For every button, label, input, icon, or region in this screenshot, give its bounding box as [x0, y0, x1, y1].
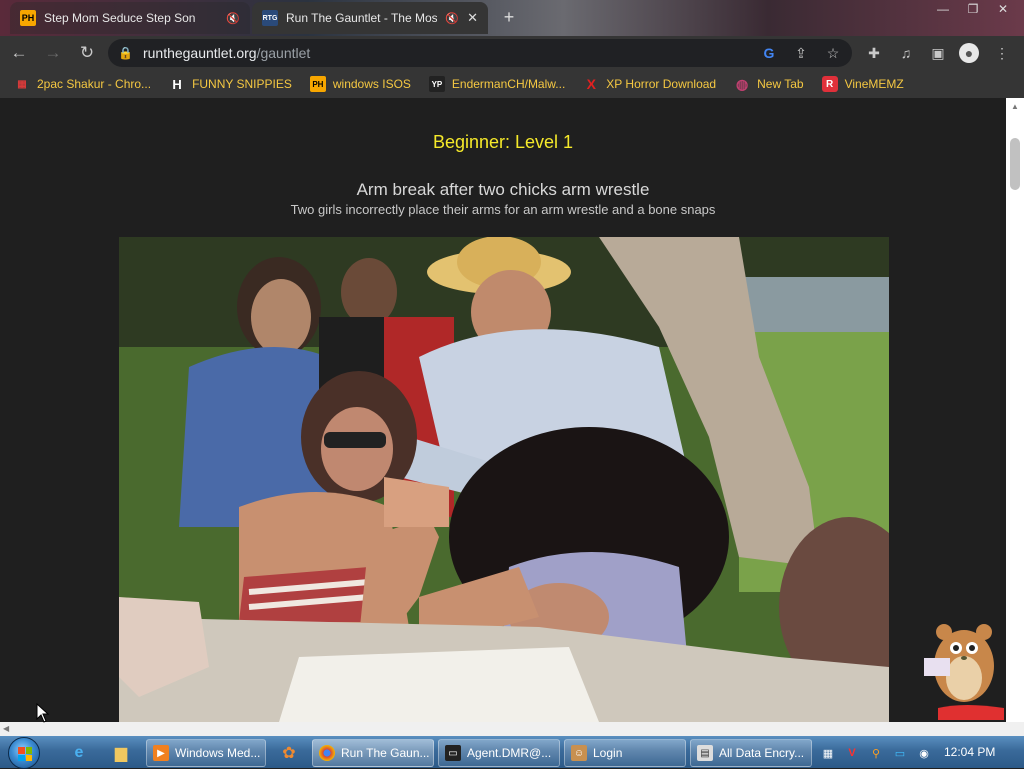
x-icon: X — [586, 76, 596, 92]
taskbar-item[interactable]: ▤ All Data Encry... — [690, 739, 812, 767]
chrome-icon — [319, 745, 335, 761]
profile-avatar-icon[interactable]: ● — [959, 43, 979, 63]
scroll-up-arrow-icon[interactable]: ▲ — [1010, 102, 1020, 111]
bookmark-item[interactable]: ▦ 2pac Shakur - Chro... — [14, 76, 151, 92]
restore-button[interactable]: ❐ — [958, 0, 988, 18]
bookmark-label: VineMEMZ — [844, 77, 904, 91]
side-panel-icon[interactable]: ▣ — [928, 43, 948, 63]
extensions-icon[interactable]: ✚ — [864, 43, 884, 63]
bookmark-label: FUNNY SNIPPIES — [192, 77, 292, 91]
terminal-icon: ▭ — [445, 745, 461, 761]
url-host: runthegauntlet.org — [142, 45, 257, 61]
bookmark-label: New Tab — [757, 77, 804, 91]
tray-v-icon[interactable]: V — [844, 745, 860, 761]
tray-monitor-icon[interactable]: ▭ — [892, 745, 908, 761]
folder-icon[interactable]: ▆ — [108, 740, 134, 766]
horizontal-scrollbar[interactable]: ◀ — [0, 722, 1024, 736]
google-icon[interactable]: G — [760, 44, 778, 62]
bookmark-item[interactable]: X XP Horror Download — [583, 76, 717, 92]
bookmark-label: XP Horror Download — [606, 77, 717, 91]
mouse-cursor-icon — [36, 703, 50, 723]
bookmarks-bar: ▦ 2pac Shakur - Chro... H FUNNY SNIPPIES… — [0, 70, 1024, 98]
bookmark-item[interactable]: YP EndermanCH/Malw... — [428, 76, 566, 92]
new-tab-button[interactable]: + — [498, 6, 520, 28]
vertical-scrollbar[interactable]: ▲ — [1006, 98, 1024, 722]
taskbar-item-label: Agent.DMR@... — [467, 746, 552, 760]
scroll-left-arrow-icon[interactable]: ◀ — [3, 724, 9, 733]
tab-title: Step Mom Seduce Step Son — [44, 11, 196, 25]
tab-title: Run The Gauntlet - The Mos — [286, 11, 438, 25]
muted-speaker-icon[interactable]: 🔇 — [445, 12, 459, 25]
close-window-button[interactable]: ✕ — [988, 0, 1018, 18]
ph-icon: PH — [309, 76, 326, 92]
back-button[interactable]: ← — [4, 38, 34, 68]
taskbar-item-label: Login — [593, 746, 623, 760]
video-subtitle: Two girls incorrectly place their arms f… — [290, 202, 716, 217]
lock-icon[interactable]: 🔒 — [118, 46, 133, 60]
muted-speaker-icon[interactable]: 🔇 — [226, 12, 240, 25]
tab-active[interactable]: RTG Run The Gauntlet - The Mos 🔇 ✕ — [252, 2, 488, 34]
address-bar[interactable]: 🔒 runthegauntlet.org/gauntlet G ⇪ ☆ — [108, 39, 852, 67]
windows-logo-icon — [18, 747, 32, 761]
video-frame-image — [119, 237, 889, 722]
rtg-favicon-icon: RTG — [262, 10, 278, 26]
hamster-mascot-image — [924, 624, 1004, 720]
taskbar-item[interactable]: ▭ Agent.DMR@... — [438, 739, 560, 767]
menu-kebab-icon[interactable]: ⋮ — [992, 43, 1012, 63]
calendar-icon: ▦ — [17, 78, 27, 90]
start-button[interactable] — [8, 737, 40, 769]
app-pin-icon[interactable]: ✿ — [276, 740, 302, 766]
url-path: /gauntlet — [256, 45, 311, 61]
tray-search-icon[interactable]: ⚲ — [868, 745, 884, 761]
taskbar-item-label: All Data Encry... — [719, 746, 805, 760]
bookmark-label: EndermanCH/Malw... — [451, 77, 566, 91]
internet-explorer-icon[interactable]: e — [66, 740, 92, 766]
bookmark-label: windows ISOS — [332, 77, 411, 91]
bookmark-item[interactable]: ◍ New Tab — [734, 75, 804, 92]
taskbar-item[interactable]: ▶ Windows Med... — [146, 739, 266, 767]
taskbar: e ▆ ▶ Windows Med... ✿ Run The Gaun... ▭… — [0, 736, 1024, 769]
tray-volume-icon[interactable]: ◉ — [916, 745, 932, 761]
yp-icon: YP — [428, 76, 445, 92]
globe-icon: ◍ — [736, 75, 749, 92]
minimize-button[interactable]: — — [928, 0, 958, 18]
tab-strip: PH Step Mom Seduce Step Son 🔇 RTG Run Th… — [0, 0, 1024, 36]
r-icon: R — [821, 76, 838, 92]
bookmark-item[interactable]: R VineMEMZ — [821, 76, 904, 92]
browser-toolbar: ← → ↻ 🔒 runthegauntlet.org/gauntlet G ⇪ … — [0, 36, 1024, 70]
forward-button[interactable]: → — [38, 38, 68, 68]
bookmark-label: 2pac Shakur - Chro... — [37, 77, 152, 91]
video-title: Arm break after two chicks arm wrestle — [356, 180, 650, 199]
close-tab-icon[interactable]: ✕ — [467, 10, 478, 26]
scrollbar-thumb[interactable] — [1010, 138, 1020, 190]
reload-button[interactable]: ↻ — [72, 38, 102, 68]
video-player[interactable] — [119, 237, 889, 722]
taskbar-item-active[interactable]: Run The Gaun... — [312, 739, 434, 767]
media-controls-icon[interactable]: ♫ — [896, 43, 916, 63]
tab-inactive[interactable]: PH Step Mom Seduce Step Son 🔇 — [10, 2, 250, 34]
star-icon[interactable]: ☆ — [824, 44, 842, 62]
h-icon: H — [172, 76, 182, 92]
ph-favicon-icon: PH — [20, 10, 36, 26]
bookmark-item[interactable]: H FUNNY SNIPPIES — [169, 76, 292, 92]
taskbar-clock[interactable]: 12:04 PM — [944, 745, 995, 759]
taskbar-item-label: Run The Gaun... — [341, 746, 430, 760]
window-icon: ▤ — [697, 745, 713, 761]
level-heading: Beginner: Level 1 — [432, 132, 574, 152]
tray-calculator-icon[interactable]: ▦ — [820, 745, 836, 761]
login-icon: ☺ — [571, 745, 587, 761]
bookmark-item[interactable]: PH windows ISOS — [309, 76, 411, 92]
taskbar-item[interactable]: ☺ Login — [564, 739, 686, 767]
taskbar-item-label: Windows Med... — [175, 746, 261, 760]
share-icon[interactable]: ⇪ — [792, 44, 810, 62]
page-content: Beginner: Level 1 Arm break after two ch… — [0, 98, 1006, 722]
media-player-icon: ▶ — [153, 745, 169, 761]
